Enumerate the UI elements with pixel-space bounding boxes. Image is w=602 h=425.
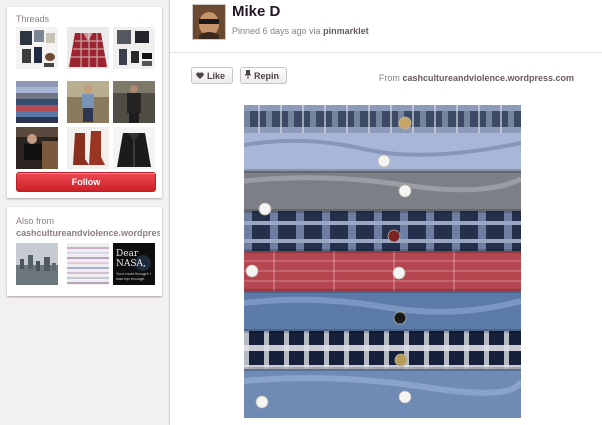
board-thumb-outfit-flatlay[interactable]: [16, 27, 58, 69]
also-thumb-nasa-poster[interactable]: Dear NASA, Your mom thought I was top en…: [113, 243, 155, 285]
board-thumb-man-street-style[interactable]: [67, 81, 109, 123]
pushpin-icon: [245, 68, 251, 85]
pinned-prefix: Pinned 6 days ago via: [232, 26, 321, 36]
board-thumb-man-in-coat[interactable]: [113, 81, 155, 123]
source-domain-link[interactable]: cashcultureandviolence.wordpress.com: [402, 73, 574, 83]
source-prefix: From: [378, 73, 400, 83]
nasa-poster-caption: Your mom thought I was top enough.: [116, 271, 151, 281]
pin-source-line: From cashcultureandviolence.wordpress.co…: [379, 73, 574, 83]
nasa-poster-headline: Dear NASA,: [116, 249, 146, 269]
pinner-name[interactable]: Mike D: [232, 3, 280, 20]
repin-button[interactable]: Repin: [240, 67, 287, 84]
repin-label: Repin: [254, 71, 280, 81]
board-thumb-black-jacket[interactable]: [113, 127, 155, 169]
follow-button[interactable]: Follow: [16, 172, 156, 192]
pinned-meta: Pinned 6 days ago via pinmarklet: [232, 26, 369, 36]
board-thumb-outfit-flatlay-grey[interactable]: [113, 27, 155, 69]
heart-icon: [196, 68, 204, 85]
also-from-card: Also from cashcultureandviolence.wordpre…: [7, 207, 162, 296]
board-title[interactable]: Threads: [16, 14, 49, 24]
like-button[interactable]: Like: [191, 67, 233, 84]
pin-image[interactable]: [244, 105, 521, 418]
board-thumb-woman-in-leather[interactable]: [16, 127, 58, 169]
board-thumb-folded-shirts-stack[interactable]: [16, 81, 58, 123]
board-thumb-red-plaid-shirt[interactable]: [67, 27, 109, 69]
also-thumb-striped-shirts[interactable]: [67, 243, 109, 285]
board-thumb-brown-boots[interactable]: [67, 127, 109, 169]
also-from-title: Also from: [16, 216, 55, 226]
also-thumb-city-skyline[interactable]: [16, 243, 58, 285]
board-card: Threads Follow: [7, 7, 162, 198]
also-from-source[interactable]: cashcultureandviolence.wordpress.com: [16, 228, 160, 238]
pinner-avatar[interactable]: [192, 4, 226, 40]
via-user-link[interactable]: pinmarklet: [323, 26, 369, 36]
like-label: Like: [207, 71, 226, 81]
pin-header: Mike D Pinned 6 days ago via pinmarklet: [170, 0, 602, 53]
